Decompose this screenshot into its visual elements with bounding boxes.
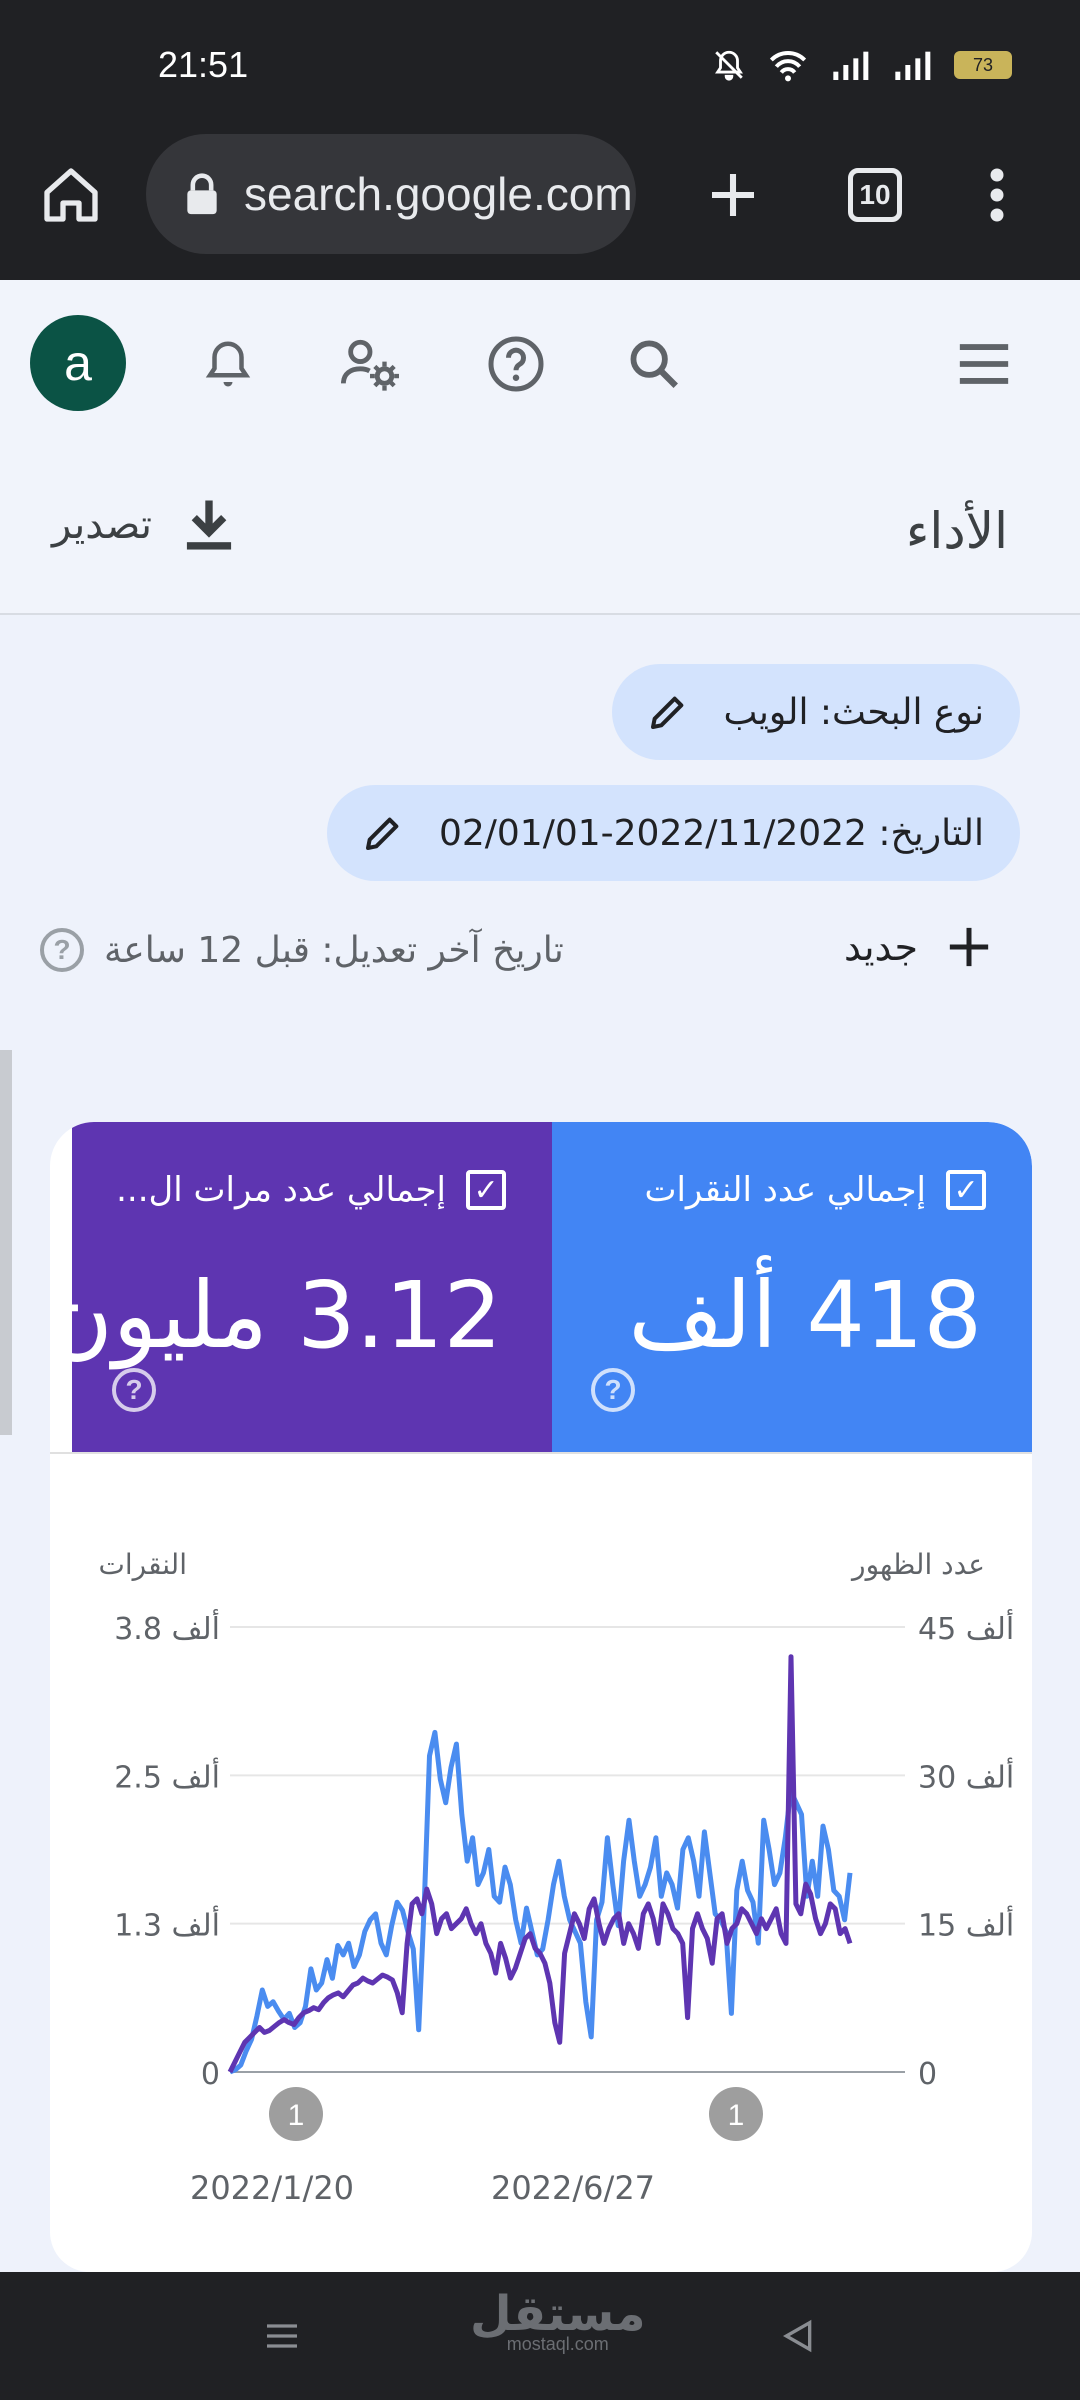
search-button[interactable] <box>614 324 694 404</box>
tab-count: 10 <box>848 168 902 222</box>
main-menu-button[interactable] <box>944 324 1024 404</box>
notifications-button[interactable] <box>188 324 268 404</box>
search-type-label: نوع البحث: الويب <box>723 691 984 733</box>
hamburger-menu-icon <box>959 344 1009 384</box>
download-icon <box>186 500 232 550</box>
mute-bell-icon <box>715 50 743 81</box>
search-type-filter-chip[interactable]: نوع البحث: الويب <box>611 664 1020 760</box>
performance-card: ✓ إجمالي عدد النقرات 418 ألف ? ✓ إجمالي … <box>50 1122 1032 2272</box>
signal-icon-2 <box>895 51 931 80</box>
new-filter-label: جديد <box>844 925 918 969</box>
new-tab-button[interactable] <box>688 150 778 240</box>
right-tick-label: 30 ألف <box>918 1756 1014 1795</box>
plus-icon <box>712 174 754 216</box>
right-axis-label: عدد الظهور <box>850 1548 985 1581</box>
edit-pencil-icon <box>365 817 399 850</box>
back-button[interactable] <box>768 2306 828 2366</box>
search-icon <box>630 340 678 388</box>
right-tick-label: 45 ألف <box>918 1608 1014 1647</box>
left-axis-label: النقرات <box>98 1548 187 1581</box>
export-button[interactable]: تصدير <box>52 498 234 552</box>
scrollbar[interactable] <box>0 1050 12 1435</box>
app-header: a الأداء تصدير <box>0 280 1080 615</box>
system-nav-bar: مستقل mostaql.com <box>0 2272 1080 2400</box>
lock-icon <box>187 173 217 215</box>
menu-lines-icon <box>267 2324 297 2348</box>
manage-accounts-icon <box>341 339 399 391</box>
back-triangle-icon <box>782 2319 812 2353</box>
new-filter-button[interactable]: جديد <box>844 924 992 970</box>
date-filter-chip[interactable]: التاريخ: 2022/11/2022-02/01/01 <box>326 785 1020 881</box>
users-settings-button[interactable] <box>330 324 410 404</box>
battery-icon: 73 <box>954 51 1012 79</box>
url-text: search.google.com <box>244 168 633 220</box>
right-tick-label: 0 <box>918 2057 937 2092</box>
home-button[interactable] <box>26 150 116 240</box>
export-label: تصدير <box>52 502 153 548</box>
left-tick-label: 2.5 ألف <box>114 1756 220 1795</box>
left-tick-label: 1.3 ألف <box>114 1905 220 1944</box>
left-tick-label: 0 <box>201 2057 220 2092</box>
recents-button[interactable] <box>252 2306 312 2366</box>
series-line-impressions <box>227 1654 853 2074</box>
date-filter-label: التاريخ: 2022/11/2022-02/01/01 <box>438 812 984 854</box>
more-vert-icon <box>990 168 1004 222</box>
status-bar: 21:51 73 <box>0 0 1080 120</box>
avatar[interactable]: a <box>30 315 126 411</box>
status-icons: 73 <box>712 48 1012 82</box>
status-time: 21:51 <box>158 44 249 85</box>
signal-icon <box>833 51 869 80</box>
wifi-icon <box>769 51 807 82</box>
help-icon <box>488 336 544 392</box>
help-button[interactable] <box>476 324 556 404</box>
address-bar[interactable]: search.google.com <box>146 134 636 254</box>
help-circle-icon[interactable]: ? <box>40 928 84 972</box>
performance-chart[interactable]: 0 0 1.3 ألف 15 ألف 2.5 ألف 30 ألف 3.8 ألف 45 أل… <box>50 1122 1032 2272</box>
last-modified-label: تاريخ آخر تعديل: قبل 12 ساعة <box>104 929 564 971</box>
page-title: الأداء <box>905 502 1008 560</box>
x-tick-label: 2022/6/27 <box>491 2169 655 2207</box>
last-modified: ? تاريخ آخر تعديل: قبل 12 ساعة <box>40 928 564 972</box>
annotation-label: 1 <box>288 2099 305 2132</box>
watermark-logo: مستقل mostaql.com <box>470 2286 646 2354</box>
left-tick-label: 3.8 ألف <box>114 1608 220 1647</box>
series-line-clicks <box>229 1729 853 2075</box>
plus-icon <box>949 927 989 967</box>
annotation-label: 1 <box>728 2099 745 2132</box>
edit-pencil-icon <box>650 696 683 729</box>
right-tick-label: 15 ألف <box>918 1905 1014 1944</box>
browser-toolbar: search.google.com 10 <box>0 120 1080 280</box>
home-icon <box>44 168 98 222</box>
tab-switcher-button[interactable]: 10 <box>830 150 920 240</box>
bell-icon <box>205 341 251 387</box>
browser-menu-button[interactable] <box>952 150 1042 240</box>
x-tick-label: 2022/1/20 <box>190 2169 354 2207</box>
